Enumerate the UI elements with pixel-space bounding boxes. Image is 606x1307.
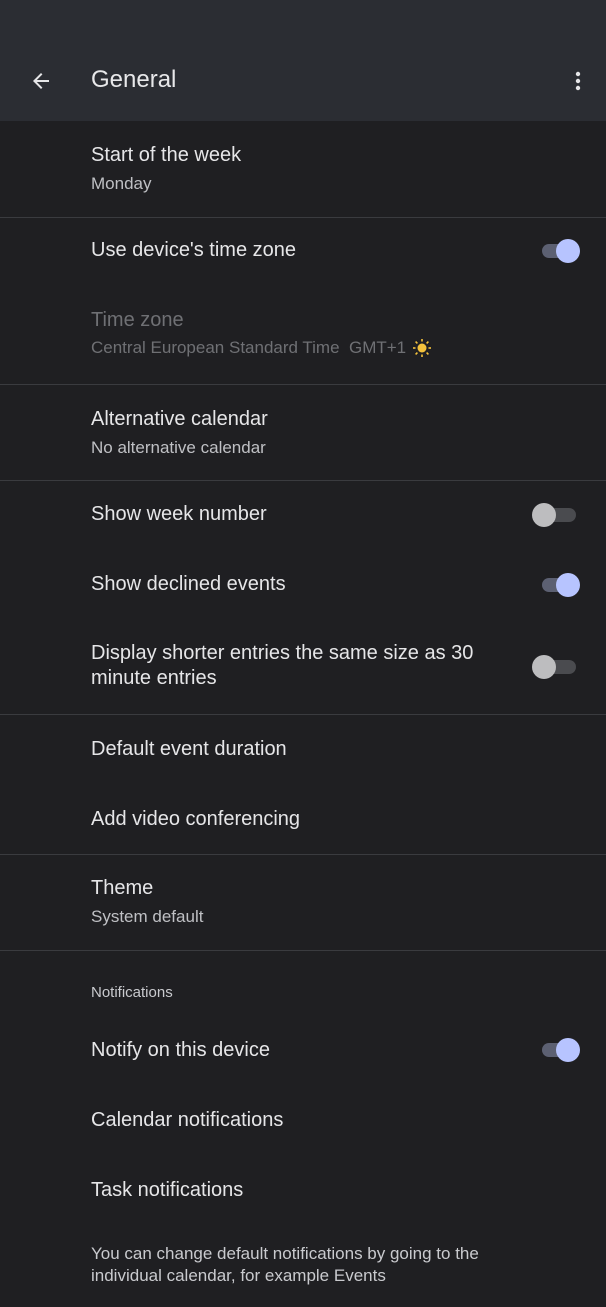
setting-label: Show week number (91, 503, 267, 525)
setting-value: No alternative calendar (91, 438, 266, 457)
device-timezone-toggle[interactable] (538, 238, 582, 264)
calendar-notifications-setting[interactable]: Calendar notifications (0, 1087, 606, 1157)
sun-icon (413, 339, 432, 357)
setting-label: Default event duration (91, 738, 287, 760)
notify-device-toggle[interactable] (538, 1037, 582, 1063)
setting-value: System default (91, 907, 204, 926)
setting-label: Show declined events (91, 573, 286, 595)
shorter-entries-toggle[interactable] (532, 654, 582, 680)
setting-value: Central European Standard Time GMT+1 (91, 338, 407, 357)
setting-label: Notify on this device (91, 1039, 270, 1061)
notify-device-setting[interactable]: Notify on this device (0, 1017, 606, 1087)
default-duration-setting[interactable]: Default event duration (0, 715, 606, 785)
theme-setting[interactable]: Theme System default (0, 855, 606, 950)
info-text-line: You can change default notifications by … (91, 1244, 479, 1263)
device-timezone-setting[interactable]: Use device's time zone (0, 218, 606, 288)
toggle-thumb (532, 655, 556, 679)
settings-list: Start of the week Monday Use device's ti… (0, 121, 606, 1307)
shorter-entries-setting[interactable]: Display shorter entries the same size as… (0, 621, 606, 714)
more-options-button[interactable] (562, 64, 594, 98)
week-number-toggle[interactable] (532, 502, 582, 528)
app-bar: General (0, 0, 606, 121)
setting-label: Use device's time zone (91, 239, 297, 261)
info-text-line: individual calendar, for example Events (91, 1266, 386, 1285)
toggle-thumb (532, 503, 556, 527)
setting-label: Alternative calendar (91, 408, 268, 430)
notifications-section: Notifications (0, 951, 606, 1017)
setting-label: Time zone (91, 309, 184, 331)
declined-events-toggle[interactable] (538, 572, 582, 598)
toggle-thumb (556, 1038, 580, 1062)
setting-label-line: Display shorter entries the same size as… (91, 642, 474, 664)
setting-value-row: Central European Standard Time GMT+1 (91, 338, 432, 358)
declined-events-setting[interactable]: Show declined events (0, 551, 606, 621)
section-header: Notifications (91, 984, 173, 1001)
setting-value: Monday (91, 174, 152, 193)
video-conferencing-setting[interactable]: Add video conferencing (0, 785, 606, 854)
page-title: General (91, 66, 177, 93)
setting-label: Start of the week (91, 144, 242, 166)
alternative-calendar-setting[interactable]: Alternative calendar No alternative cale… (0, 385, 606, 480)
notifications-info: You can change default notifications by … (0, 1227, 606, 1307)
toggle-thumb (556, 239, 580, 263)
task-notifications-setting[interactable]: Task notifications (0, 1157, 606, 1227)
setting-label: Theme (91, 877, 154, 899)
setting-label-line: minute entries (91, 667, 217, 689)
more-vert-icon (575, 71, 581, 91)
time-zone-setting: Time zone Central European Standard Time… (0, 288, 606, 384)
toggle-thumb (556, 573, 580, 597)
info-text: You can change default notifications by … (91, 1243, 551, 1287)
back-button[interactable] (24, 64, 58, 98)
setting-label: Calendar notifications (91, 1109, 284, 1131)
week-number-setting[interactable]: Show week number (0, 481, 606, 551)
setting-label: Task notifications (91, 1179, 244, 1201)
setting-label: Add video conferencing (91, 808, 301, 830)
start-of-week-setting[interactable]: Start of the week Monday (0, 121, 606, 217)
setting-label: Display shorter entries the same size as… (91, 641, 511, 691)
arrow-left-icon (33, 73, 49, 89)
